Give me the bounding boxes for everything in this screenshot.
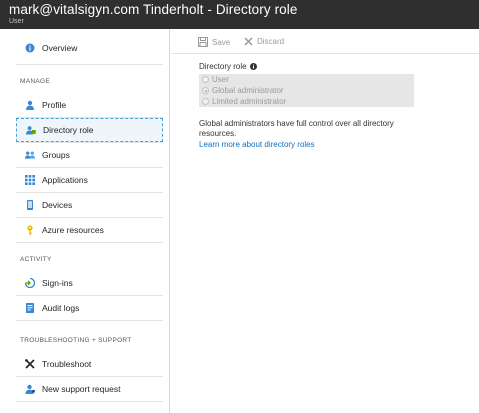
sidebar-item-troubleshoot[interactable]: Troubleshoot: [16, 352, 163, 376]
sidebar-item-label: Profile: [42, 100, 67, 110]
sidebar-item-applications[interactable]: Applications: [16, 168, 163, 192]
section-header-activity: ACTIVITY: [20, 256, 52, 263]
sidebar-item-label: Devices: [42, 200, 73, 210]
applications-grid-icon: [25, 175, 35, 185]
sidebar-item-label: Applications: [42, 175, 88, 185]
divider: [16, 242, 163, 243]
close-icon: [244, 37, 253, 46]
save-disk-icon: [198, 37, 208, 47]
sign-in-icon: [25, 278, 35, 288]
sidebar-item-label: Audit logs: [42, 303, 80, 313]
sidebar-item-devices[interactable]: Devices: [16, 193, 163, 217]
save-button[interactable]: Save: [198, 37, 230, 47]
directory-role-label: Directory role: [199, 62, 257, 71]
section-header-manage: MANAGE: [20, 78, 50, 85]
sidebar-item-label: New support request: [42, 384, 121, 394]
sidebar-item-label: Azure resources: [42, 225, 104, 235]
radio-option-label: Limited administrator: [212, 97, 287, 106]
audit-log-icon: [25, 303, 35, 313]
field-label-text: Directory role: [199, 62, 247, 71]
sidebar-item-label: Troubleshoot: [42, 359, 92, 369]
blade-header: mark@vitalsigyn.com Tinderholt - Directo…: [0, 0, 479, 29]
directory-role-radio-group: User Global administrator Limited admini…: [199, 74, 414, 107]
groups-icon: [25, 150, 35, 160]
radio-option-limited-administrator[interactable]: Limited administrator: [202, 96, 286, 107]
sidebar-item-directory-role[interactable]: Directory role: [16, 118, 163, 142]
divider: [16, 320, 163, 321]
divider: [16, 401, 163, 402]
sidebar-item-overview[interactable]: Overview: [16, 36, 163, 60]
sidebar-item-sign-ins[interactable]: Sign-ins: [16, 271, 163, 295]
sidebar-item-profile[interactable]: Profile: [16, 93, 163, 117]
key-icon: [25, 225, 35, 235]
save-button-label: Save: [212, 37, 231, 47]
role-description: Global administrators have full control …: [199, 119, 394, 138]
radio-option-label: Global administrator: [212, 86, 284, 95]
command-bar: Save Discard: [171, 29, 479, 54]
device-icon: [25, 200, 35, 210]
section-header-troubleshooting-support: TROUBLESHOOTING + SUPPORT: [20, 337, 132, 344]
user-role-icon: [26, 125, 36, 135]
sidebar-item-new-support-request[interactable]: New support request: [16, 377, 163, 401]
sidebar-item-label: Directory role: [43, 125, 94, 135]
sidebar-item-audit-logs[interactable]: Audit logs: [16, 296, 163, 320]
divider: [16, 64, 163, 65]
user-icon: [25, 100, 35, 110]
wrench-screwdriver-icon: [25, 359, 35, 369]
radio-option-label: User: [212, 75, 229, 84]
radio-button-selected[interactable]: [202, 87, 209, 94]
sidebar: Overview MANAGE Profile Directory role G…: [0, 29, 170, 413]
sidebar-item-label: Groups: [42, 150, 70, 160]
info-icon[interactable]: [249, 63, 257, 70]
learn-more-link[interactable]: Learn more about directory roles: [199, 140, 315, 149]
discard-button-label: Discard: [257, 37, 285, 46]
radio-button[interactable]: [202, 76, 209, 83]
radio-button[interactable]: [202, 98, 209, 105]
sidebar-item-label: Sign-ins: [42, 278, 73, 288]
blade-title: mark@vitalsigyn.com Tinderholt - Directo…: [9, 2, 298, 17]
info-icon: [25, 43, 35, 53]
radio-option-global-administrator[interactable]: Global administrator: [202, 85, 284, 96]
discard-button[interactable]: Discard: [244, 37, 284, 46]
support-request-icon: [25, 384, 35, 394]
sidebar-item-azure-resources[interactable]: Azure resources: [16, 218, 163, 242]
blade-subtitle: User: [9, 18, 24, 25]
sidebar-item-groups[interactable]: Groups: [16, 143, 163, 167]
radio-option-user[interactable]: User: [202, 74, 229, 85]
sidebar-item-label: Overview: [42, 43, 78, 53]
